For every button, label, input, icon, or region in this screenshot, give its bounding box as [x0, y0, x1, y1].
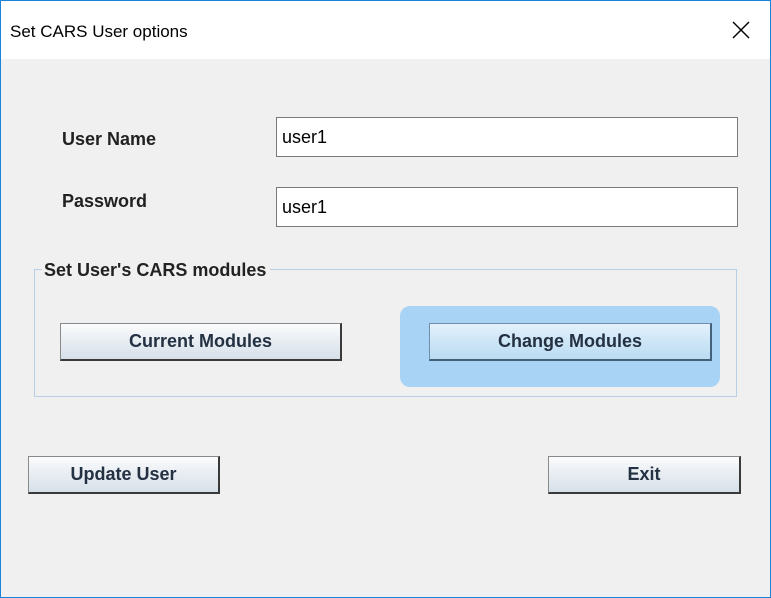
- username-label: User Name: [62, 129, 157, 149]
- username-field[interactable]: user1: [276, 117, 738, 157]
- close-icon: [732, 21, 750, 39]
- close-button[interactable]: [712, 1, 770, 59]
- update-user-button[interactable]: Update User: [28, 456, 220, 494]
- password-field[interactable]: user1: [276, 187, 738, 227]
- window-title: Set CARS User options: [10, 22, 188, 41]
- dialog-window: Set CARS User options User Name user1 Pa…: [0, 0, 771, 598]
- title-bar: Set CARS User options: [1, 1, 770, 59]
- password-label: Password: [62, 191, 148, 211]
- exit-button[interactable]: Exit: [548, 456, 741, 494]
- change-modules-button[interactable]: Change Modules: [429, 323, 712, 361]
- current-modules-button[interactable]: Current Modules: [60, 323, 342, 361]
- modules-group-legend: Set User's CARS modules: [42, 259, 271, 281]
